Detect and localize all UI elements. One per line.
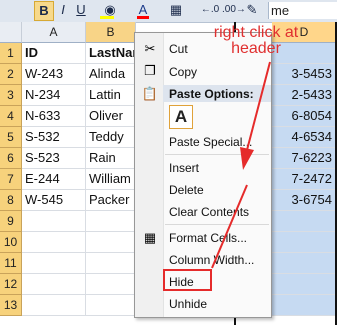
arrow-shaft-lower <box>211 184 248 269</box>
arrow-head <box>240 147 254 170</box>
excel-window: B I U ◉ A ▦ ←.0 .00→ ✎ me A B D 1 2 3 4 … <box>0 0 337 325</box>
arrow-shaft <box>246 61 271 151</box>
annotation-arrow <box>211 61 271 269</box>
